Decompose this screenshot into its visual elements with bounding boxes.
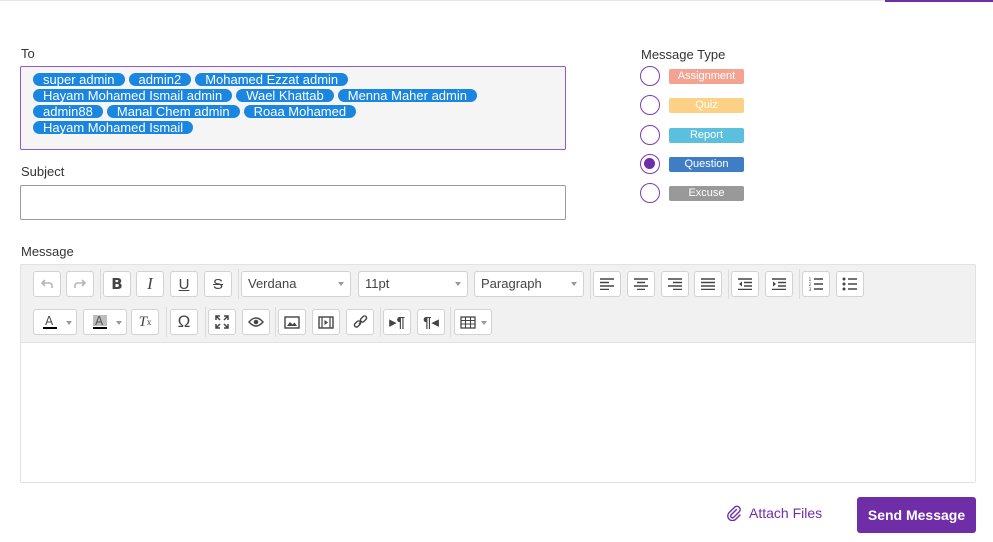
recipient-chip[interactable]: admin2 <box>128 73 192 86</box>
clear-formatting-icon[interactable]: Tx <box>131 309 159 335</box>
strikethrough-icon[interactable]: S <box>204 271 232 297</box>
recipient-chip[interactable]: Roaa Mohamed <box>243 105 357 118</box>
to-label: To <box>21 46 35 61</box>
attach-files-button[interactable]: Attach Files <box>726 505 822 521</box>
image-icon[interactable] <box>278 309 306 335</box>
recipient-chip[interactable]: Menna Maher admin <box>337 89 477 102</box>
attach-files-label: Attach Files <box>749 505 823 521</box>
active-tab-indicator <box>885 0 993 2</box>
align-center-icon[interactable] <box>627 271 655 297</box>
recipient-chip[interactable]: admin88 <box>33 105 103 118</box>
message-type-badge: Quiz <box>669 98 744 113</box>
toolbar-separator <box>205 307 206 337</box>
message-label: Message <box>21 244 74 259</box>
paperclip-icon <box>727 505 741 521</box>
recipient-chip[interactable]: super admin <box>33 73 125 86</box>
background-color-icon[interactable]: A <box>83 309 127 335</box>
toolbar-separator <box>450 307 451 337</box>
link-icon[interactable] <box>346 309 374 335</box>
message-type-badge: Excuse <box>669 186 744 201</box>
chevron-down-icon <box>481 321 487 325</box>
message-type-report[interactable]: Report <box>640 125 750 145</box>
subject-input[interactable] <box>20 185 566 220</box>
align-right-icon[interactable] <box>661 271 689 297</box>
svg-text:A: A <box>95 314 104 328</box>
block-format-select[interactable]: Paragraph <box>474 271 584 297</box>
font-size-select[interactable]: 11pt <box>358 271 468 297</box>
outdent-icon[interactable] <box>731 271 759 297</box>
recipient-chip[interactable]: Hayam Mohamed Ismail admin <box>33 89 233 102</box>
text-color-icon[interactable]: A <box>33 309 77 335</box>
top-divider <box>0 0 993 1</box>
toolbar-separator <box>275 307 276 337</box>
message-type-label: Message Type <box>641 47 726 62</box>
message-type-badge: Assignment <box>669 69 744 84</box>
justify-icon[interactable] <box>694 271 722 297</box>
underline-icon[interactable]: U <box>170 271 198 297</box>
toolbar-separator <box>590 269 591 299</box>
chevron-down-icon <box>338 282 344 286</box>
chevron-down-icon <box>66 321 72 325</box>
media-icon[interactable] <box>312 309 340 335</box>
editor-toolbar: B I U S Verdana 11pt Paragraph 1 2 3 A A… <box>21 265 975 343</box>
table-icon[interactable] <box>454 309 492 335</box>
font-family-value: Verdana <box>248 276 297 291</box>
font-size-value: 11pt <box>365 276 390 291</box>
numbered-list-icon[interactable]: 123 <box>802 271 830 297</box>
message-type-badge: Report <box>669 128 744 143</box>
bullet-list-icon[interactable] <box>836 271 864 297</box>
radio-button[interactable] <box>640 125 660 145</box>
radio-button[interactable] <box>640 66 660 86</box>
message-type-excuse[interactable]: Excuse <box>640 183 750 203</box>
font-family-select[interactable]: Verdana <box>241 271 351 297</box>
italic-icon[interactable]: I <box>136 271 164 297</box>
recipient-chip[interactable]: Mohamed Ezzat admin <box>195 73 349 86</box>
recipient-chip[interactable]: Manal Chem admin <box>106 105 240 118</box>
fullscreen-icon[interactable] <box>208 309 236 335</box>
message-type-quiz[interactable]: Quiz <box>640 95 750 115</box>
rtl-icon[interactable]: ¶◂ <box>417 309 445 335</box>
send-message-button[interactable]: Send Message <box>857 497 976 533</box>
message-type-badge: Question <box>669 157 744 172</box>
toolbar-separator <box>100 269 101 299</box>
toolbar-separator <box>799 269 800 299</box>
recipient-chip[interactable]: Hayam Mohamed Ismail <box>33 121 194 134</box>
block-format-value: Paragraph <box>481 276 542 291</box>
radio-button[interactable] <box>640 95 660 115</box>
indent-icon[interactable] <box>765 271 793 297</box>
svg-text:3: 3 <box>809 287 812 291</box>
undo-icon[interactable] <box>33 271 61 297</box>
preview-icon[interactable] <box>242 309 270 335</box>
toolbar-separator <box>238 269 239 299</box>
chevron-down-icon <box>571 282 577 286</box>
ltr-icon[interactable]: ▸¶ <box>383 309 411 335</box>
message-type-question[interactable]: Question <box>640 154 750 174</box>
special-character-icon[interactable]: Ω <box>170 309 198 335</box>
recipient-chip[interactable]: Wael Khattab <box>236 89 334 102</box>
subject-label: Subject <box>21 164 65 179</box>
redo-icon[interactable] <box>66 271 94 297</box>
editor-content-area[interactable] <box>21 344 975 482</box>
toolbar-separator <box>166 307 167 337</box>
recipient-chip-list: super admin admin2 Mohamed Ezzat admin Haya… <box>33 73 493 137</box>
recipients-field[interactable]: super admin admin2 Mohamed Ezzat admin Haya… <box>20 66 566 150</box>
message-type-assignment[interactable]: Assignment <box>640 66 750 86</box>
bold-icon[interactable]: B <box>103 271 131 297</box>
radio-button[interactable] <box>640 183 660 203</box>
toolbar-separator <box>728 269 729 299</box>
chevron-down-icon <box>455 282 461 286</box>
rich-text-editor: B I U S Verdana 11pt Paragraph 1 2 3 A A… <box>20 264 976 483</box>
toolbar-separator <box>380 307 381 337</box>
chevron-down-icon <box>116 321 122 325</box>
radio-button[interactable] <box>640 154 660 174</box>
svg-text:A: A <box>45 314 54 328</box>
align-left-icon[interactable] <box>593 271 621 297</box>
